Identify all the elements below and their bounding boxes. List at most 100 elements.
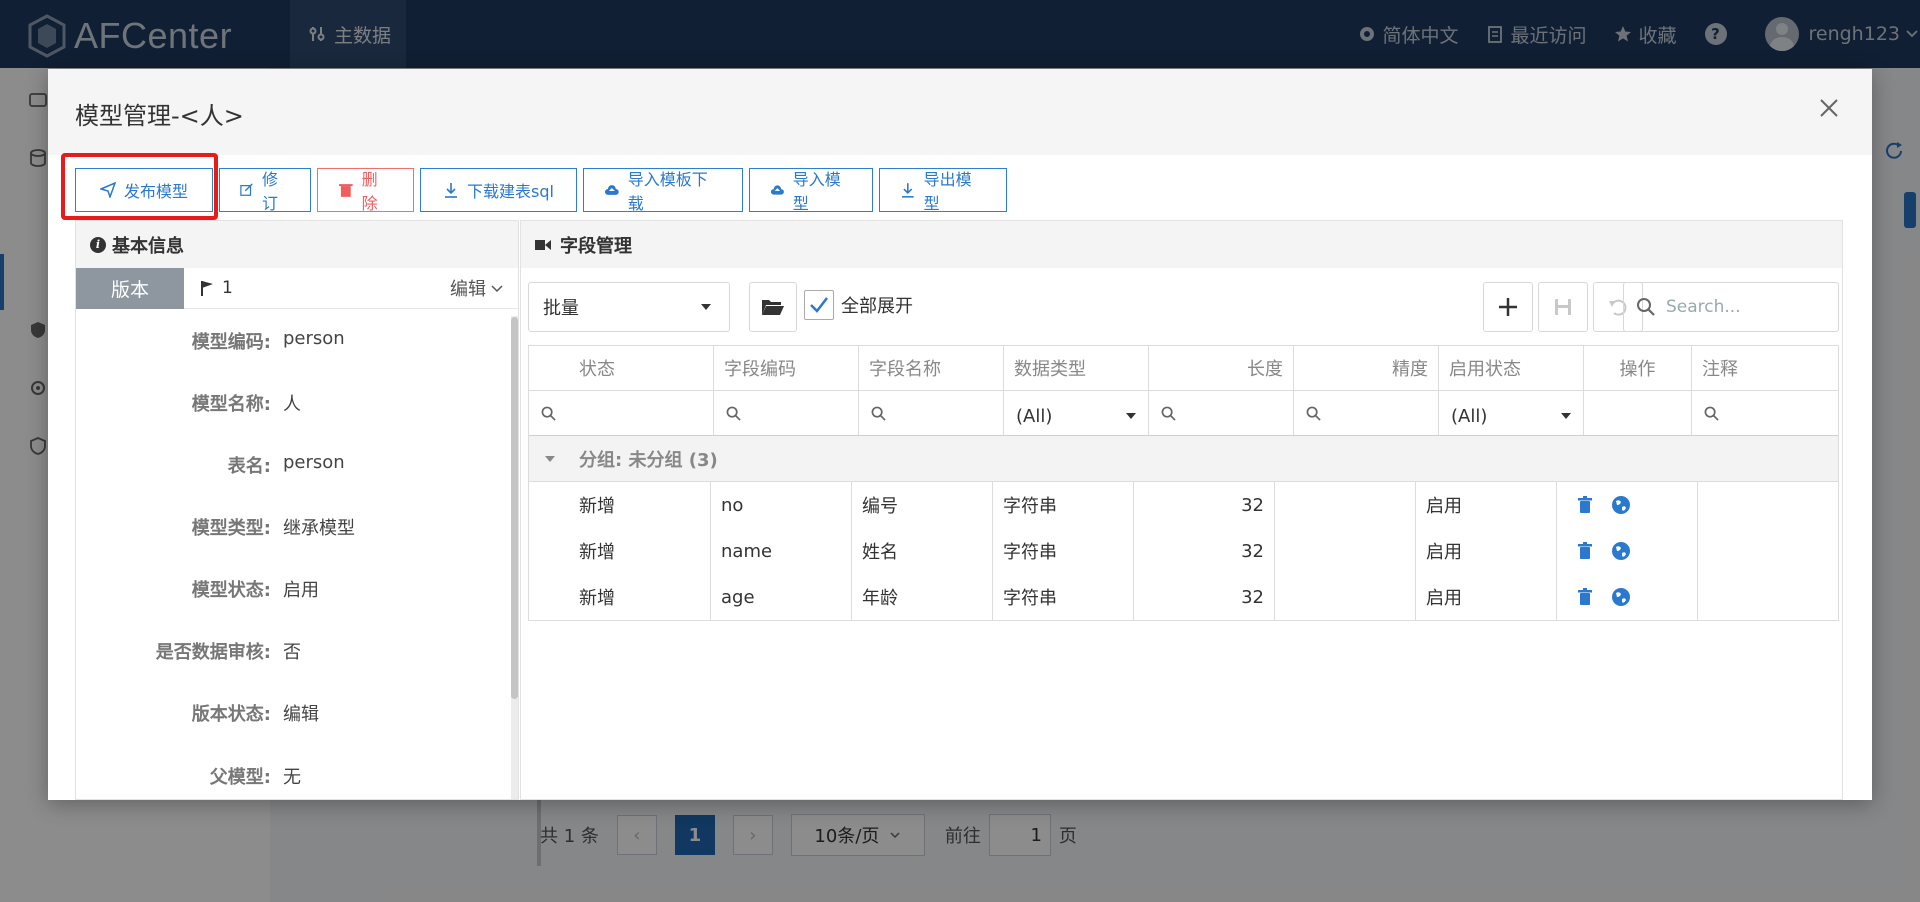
cell-field-code[interactable]: name <box>711 528 852 574</box>
revise-button[interactable]: 修订 <box>219 168 311 213</box>
col-header-enabled[interactable]: 启用状态 <box>1439 346 1584 390</box>
cell-note[interactable] <box>1698 482 1838 528</box>
filter-note[interactable] <box>1692 391 1838 435</box>
search-icon <box>726 406 741 421</box>
filter-status[interactable] <box>529 391 714 435</box>
download-icon <box>901 183 914 198</box>
import-model-button[interactable]: 导入模型 <box>749 168 873 213</box>
publish-model-button[interactable]: 发布模型 <box>75 168 213 212</box>
caret-down-icon[interactable] <box>545 455 555 462</box>
globe-icon[interactable] <box>1611 587 1631 607</box>
download-sql-label: 下载建表sql <box>467 182 554 201</box>
cell-precision[interactable] <box>1275 574 1416 620</box>
cloud-upload-icon <box>604 185 619 195</box>
col-header-status[interactable]: 状态 <box>529 346 714 390</box>
cell-enabled[interactable]: 启用 <box>1416 528 1557 574</box>
table-row[interactable]: 新增 age 年龄 字符串 32 启用 <box>529 574 1838 620</box>
filter-field-name[interactable] <box>859 391 1004 435</box>
save-button[interactable] <box>1538 282 1588 332</box>
add-button[interactable] <box>1483 282 1533 332</box>
delete-button[interactable]: 删除 <box>317 168 414 213</box>
edit-icon <box>240 183 253 196</box>
search-input[interactable] <box>1666 297 1816 317</box>
col-header-precision[interactable]: 精度 <box>1294 346 1439 390</box>
open-folder-button[interactable] <box>749 282 797 332</box>
search-icon <box>1161 406 1176 421</box>
prop-value: 人 <box>283 394 301 415</box>
prop-label: 父模型: <box>209 767 271 788</box>
cell-data-type[interactable]: 字符串 <box>993 574 1134 620</box>
globe-icon[interactable] <box>1611 495 1631 515</box>
prop-value: 启用 <box>283 580 319 601</box>
cell-actions <box>1557 528 1698 574</box>
trash-icon[interactable] <box>1577 588 1593 606</box>
col-header-data-type[interactable]: 数据类型 <box>1004 346 1149 390</box>
basic-info-panel: i 基本信息 版本 1 编辑 模型编码: person 模型名称: 人 表名: per… <box>75 220 519 800</box>
filter-field-code[interactable] <box>714 391 859 435</box>
cell-note[interactable] <box>1698 574 1838 620</box>
cell-field-code[interactable]: age <box>711 574 852 620</box>
cell-enabled[interactable]: 启用 <box>1416 574 1557 620</box>
expand-all-checkbox[interactable] <box>804 290 834 320</box>
download-sql-button[interactable]: 下载建表sql <box>420 168 577 212</box>
download-icon <box>445 183 458 198</box>
version-tab[interactable]: 版本 <box>76 267 184 309</box>
group-row[interactable]: 分组: 未分组 (3) <box>529 436 1838 482</box>
cell-precision[interactable] <box>1275 528 1416 574</box>
prop-model-name: 模型名称: 人 <box>76 390 476 416</box>
cell-enabled[interactable]: 启用 <box>1416 482 1557 528</box>
filter-length[interactable] <box>1149 391 1294 435</box>
globe-icon[interactable] <box>1611 541 1631 561</box>
filter-enabled[interactable]: (All) <box>1439 391 1584 435</box>
prop-data-audit: 是否数据审核: 否 <box>76 638 476 664</box>
filter-precision[interactable] <box>1294 391 1439 435</box>
scrollbar-thumb[interactable] <box>511 317 518 699</box>
version-edit-label: 编辑 <box>450 279 486 300</box>
trash-icon[interactable] <box>1577 496 1593 514</box>
table-row[interactable]: 新增 no 编号 字符串 32 启用 <box>529 482 1838 528</box>
send-icon <box>99 182 116 198</box>
col-header-length[interactable]: 长度 <box>1149 346 1294 390</box>
prop-value: 编辑 <box>283 704 319 725</box>
save-icon <box>1555 299 1571 315</box>
caret-down-icon <box>1126 413 1136 419</box>
table-row[interactable]: 新增 name 姓名 字符串 32 启用 <box>529 528 1838 574</box>
checkmark-icon <box>810 297 828 313</box>
filter-data-type[interactable]: (All) <box>1004 391 1149 435</box>
batch-select[interactable]: 批量 <box>528 282 730 332</box>
prop-label: 表名: <box>227 456 271 477</box>
col-header-field-name[interactable]: 字段名称 <box>859 346 1004 390</box>
col-header-field-code[interactable]: 字段编码 <box>714 346 859 390</box>
field-management-title: 字段管理 <box>560 235 632 257</box>
cell-length[interactable]: 32 <box>1134 574 1275 620</box>
prop-value: person <box>283 328 345 349</box>
cell-status: 新增 <box>529 528 711 574</box>
cell-field-code[interactable]: no <box>711 482 852 528</box>
cell-note[interactable] <box>1698 528 1838 574</box>
info-icon: i <box>90 236 106 253</box>
cell-data-type[interactable]: 字符串 <box>993 528 1134 574</box>
prop-label: 模型类型: <box>191 518 271 539</box>
cell-status: 新增 <box>529 574 711 620</box>
prop-model-type: 模型类型: 继承模型 <box>76 514 476 540</box>
version-edit-dropdown[interactable]: 编辑 <box>450 275 504 301</box>
field-management-panel: 字段管理 批量 全部展开 状态 字段编码 <box>520 220 1843 800</box>
cell-precision[interactable] <box>1275 482 1416 528</box>
cell-length[interactable]: 32 <box>1134 482 1275 528</box>
cell-field-name[interactable]: 编号 <box>852 482 993 528</box>
export-model-button[interactable]: 导出模型 <box>879 168 1007 213</box>
cell-field-name[interactable]: 年龄 <box>852 574 993 620</box>
col-header-note[interactable]: 注释 <box>1692 346 1838 390</box>
publish-model-label: 发布模型 <box>123 182 188 201</box>
prop-label: 模型名称: <box>191 394 271 415</box>
search-icon <box>1637 298 1655 316</box>
grid-header-row: 状态 字段编码 字段名称 数据类型 长度 精度 启用状态 操作 注释 <box>529 346 1838 391</box>
cell-field-name[interactable]: 姓名 <box>852 528 993 574</box>
search-box[interactable] <box>1623 282 1839 332</box>
delete-label: 删除 <box>361 170 378 213</box>
cell-length[interactable]: 32 <box>1134 528 1275 574</box>
trash-icon[interactable] <box>1577 542 1593 560</box>
close-icon[interactable] <box>1816 95 1842 121</box>
cell-data-type[interactable]: 字符串 <box>993 482 1134 528</box>
template-download-button[interactable]: 导入模板下载 <box>583 168 743 213</box>
